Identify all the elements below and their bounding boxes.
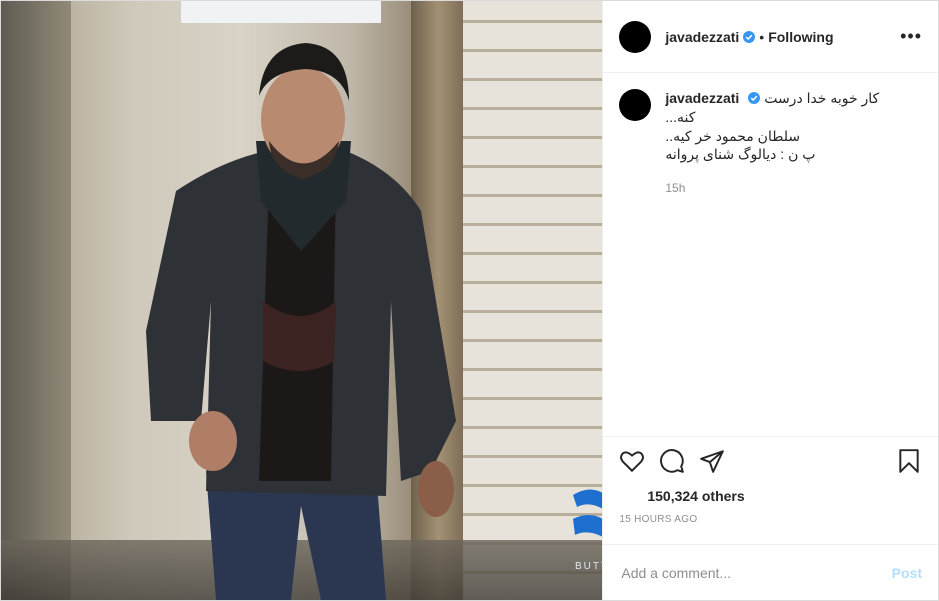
post-date: 15 HOURS AGO [619, 514, 698, 525]
more-options-icon[interactable]: ••• [900, 26, 922, 47]
caption: javadezzati کار خوبه خدا درست کنه... سلط… [619, 89, 922, 195]
caption-username[interactable]: javadezzati [665, 90, 739, 106]
verified-badge-icon [743, 30, 756, 43]
post-photo[interactable]: BUTT [1, 1, 603, 600]
separator-dot: • [759, 28, 765, 45]
likes-count[interactable]: 150,324 others [603, 484, 938, 508]
comment-composer: Post [603, 544, 938, 600]
photo-person [146, 43, 456, 600]
caption-line-3: پ ن : دیالوگ شنای پروانه [665, 146, 816, 162]
following-button[interactable]: Following [768, 29, 833, 45]
comments-area: javadezzati کار خوبه خدا درست کنه... سلط… [603, 73, 938, 436]
caption-body: javadezzati کار خوبه خدا درست کنه... سلط… [665, 89, 905, 195]
post-comment-button[interactable]: Post [892, 565, 922, 581]
heart-icon[interactable] [619, 448, 645, 474]
post-header: javadezzati • Following ••• [603, 1, 938, 73]
watermark-text: BUTT [575, 561, 602, 572]
avatar[interactable] [619, 20, 652, 53]
caption-line-2: سلطان محمود خر کیه.. [665, 128, 801, 144]
action-bar [603, 436, 938, 484]
post-dialog: BUTT javadezzati • Following ••• javadez… [0, 0, 939, 601]
comment-input[interactable] [619, 563, 892, 582]
header-username[interactable]: javadezzati [665, 29, 739, 45]
watermark-logo-icon [573, 489, 603, 537]
verified-badge-icon [747, 92, 760, 104]
caption-avatar[interactable] [619, 89, 652, 121]
comment-icon[interactable] [659, 448, 685, 474]
bookmark-icon[interactable] [896, 448, 922, 474]
share-icon[interactable] [699, 448, 725, 474]
caption-time[interactable]: 15h [665, 181, 905, 195]
post-side-panel: javadezzati • Following ••• javadezzati [602, 1, 938, 600]
